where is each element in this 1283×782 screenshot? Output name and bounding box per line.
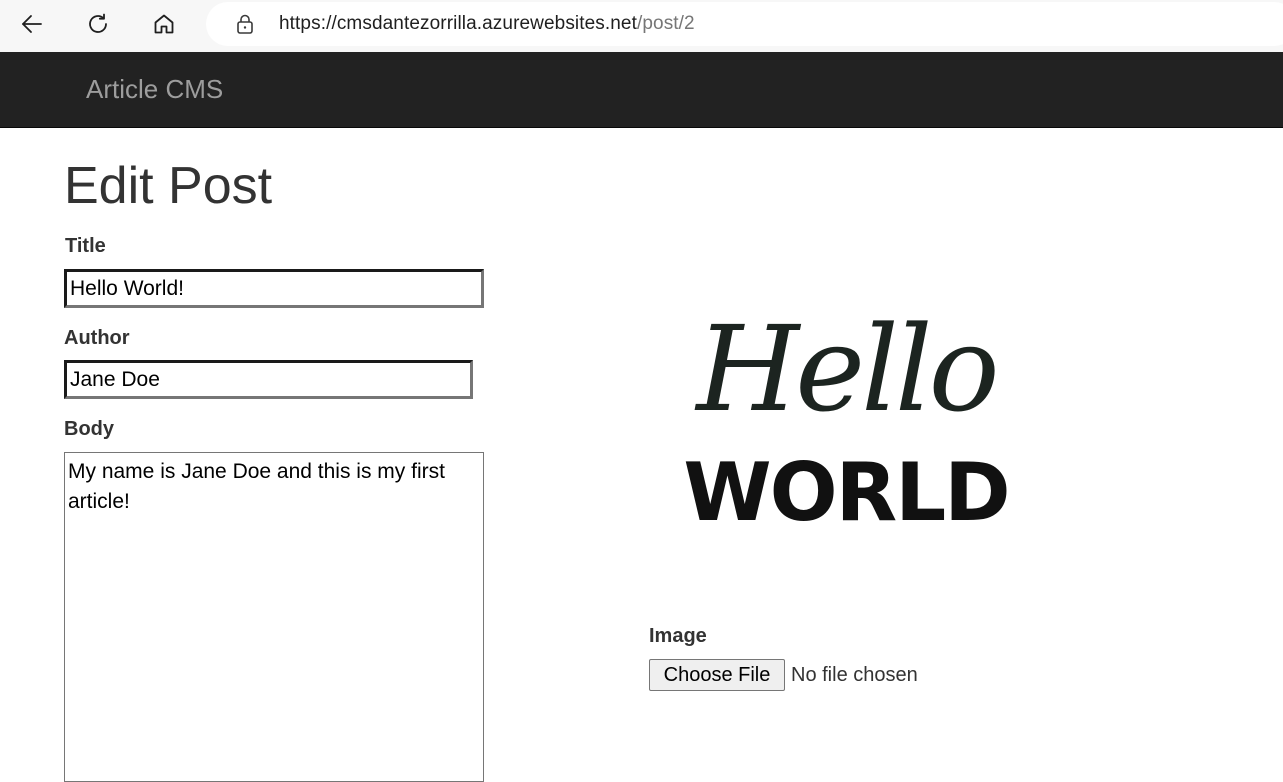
home-icon: [154, 14, 174, 34]
body-label: Body: [64, 418, 114, 440]
brand-link[interactable]: Article CMS: [86, 74, 223, 105]
author-input[interactable]: [64, 360, 473, 399]
author-label: Author: [64, 327, 130, 349]
address-bar[interactable]: https://cmsdantezorrilla.azurewebsites.n…: [206, 2, 1283, 46]
post-image: Hello WORLD: [683, 300, 1010, 539]
reload-button[interactable]: [78, 4, 118, 44]
page-title: Edit Post: [64, 157, 273, 215]
url-path: /post/2: [636, 13, 695, 34]
url-host: https://cmsdantezorrilla.azurewebsites.n…: [279, 13, 637, 34]
body-textarea[interactable]: My name is Jane Doe and this is my first…: [64, 452, 484, 782]
browser-toolbar: https://cmsdantezorrilla.azurewebsites.n…: [0, 0, 1283, 52]
file-status: No file chosen: [791, 663, 918, 686]
lock-icon[interactable]: [234, 13, 256, 35]
image-block-text: WORLD: [683, 446, 1008, 539]
back-button[interactable]: [12, 4, 52, 44]
image-script-text: Hello: [694, 300, 995, 438]
back-arrow-icon: [22, 15, 42, 33]
url-text[interactable]: https://cmsdantezorrilla.azurewebsites.n…: [279, 13, 695, 35]
choose-file-button[interactable]: Choose File: [649, 659, 785, 691]
file-chooser[interactable]: Choose File No file chosen: [649, 659, 918, 691]
image-label: Image: [649, 625, 707, 647]
site-navbar: Article CMS: [0, 52, 1283, 128]
home-button[interactable]: [144, 4, 184, 44]
title-label: Title: [65, 235, 106, 257]
title-input[interactable]: [64, 269, 484, 308]
reload-icon: [89, 13, 107, 33]
